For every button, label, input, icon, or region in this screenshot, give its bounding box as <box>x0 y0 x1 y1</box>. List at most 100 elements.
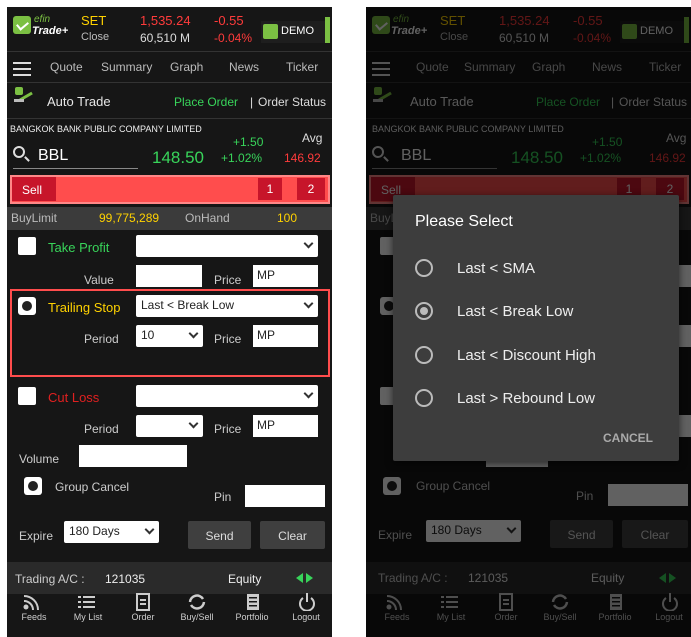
price-label: Price <box>214 422 242 436</box>
avg-price: 146.92 <box>284 151 321 165</box>
radio-selected-icon <box>415 302 433 320</box>
symbol-underline <box>13 168 138 169</box>
trading-account-label: Trading A/C : <box>15 572 85 586</box>
trailing-stop-toggle[interactable] <box>18 297 36 315</box>
value-label: Value <box>84 273 114 287</box>
price-change-pct: +1.02% <box>221 151 263 165</box>
take-profit-price-input[interactable]: MP <box>253 265 318 287</box>
sell-button[interactable]: Sell <box>12 177 56 201</box>
group-cancel-toggle[interactable] <box>24 477 42 495</box>
chevron-down-icon <box>303 388 314 399</box>
footer-buy-sell[interactable]: Buy/Sell <box>172 612 222 622</box>
pin-input[interactable] <box>245 485 325 507</box>
portfolio-icon[interactable] <box>243 593 265 611</box>
avg-label: Avg <box>302 131 323 145</box>
expire-select[interactable]: 180 Days <box>64 521 159 543</box>
symbol-input[interactable]: BBL <box>38 147 68 165</box>
chevron-down-icon <box>303 238 314 249</box>
order-screen-right: efin Trade+ SET Close 1,535.24 60,510 M … <box>366 7 691 637</box>
divider <box>7 118 332 119</box>
cut-loss-select[interactable] <box>136 385 318 407</box>
chevron-down-icon <box>144 524 155 535</box>
select-dialog: Please Select Last < SMA Last < Break Lo… <box>393 195 679 461</box>
last-price: 148.50 <box>152 148 204 167</box>
expire-value: 180 Days <box>69 524 120 538</box>
tab-graph[interactable]: Graph <box>170 60 203 74</box>
trailing-stop-label: Trailing Stop <box>48 300 121 315</box>
on-hand-label: OnHand <box>185 211 230 225</box>
divider <box>7 51 332 52</box>
market-status: Close <box>81 31 110 43</box>
option-last-sma[interactable]: Last < SMA <box>415 257 665 281</box>
tab-quote[interactable]: Quote <box>50 60 83 74</box>
clear-button[interactable]: Clear <box>260 521 325 549</box>
demo-icon <box>263 24 278 39</box>
option-last-rebound-low[interactable]: Last > Rebound Low <box>415 387 665 411</box>
footer-logout[interactable]: Logout <box>281 612 331 622</box>
market-name: SET <box>81 13 107 28</box>
tab-ticker[interactable]: Ticker <box>286 60 318 74</box>
link-separator: | <box>250 95 254 109</box>
index-change: -0.55 <box>214 13 244 28</box>
order-screen-left: efin Trade+ SET Close 1,535.24 60,510 M … <box>7 7 332 637</box>
footer-my-list[interactable]: My List <box>63 612 113 622</box>
buy-limit-value: 99,775,289 <box>99 211 160 225</box>
order-count-1[interactable]: 1 <box>258 178 282 200</box>
radio-icon <box>415 346 433 364</box>
dialog-title: Please Select <box>415 213 513 230</box>
option-last-break-low[interactable]: Last < Break Low <box>415 300 665 324</box>
order-document-icon[interactable] <box>133 593 155 611</box>
account-type: Equity <box>228 572 262 586</box>
status-indicator <box>325 17 330 43</box>
page-title: Auto Trade <box>47 94 111 109</box>
period-label: Period <box>84 332 119 346</box>
take-profit-value-input[interactable] <box>136 265 202 287</box>
cancel-button[interactable]: CANCEL <box>603 431 653 445</box>
hamburger-menu-icon[interactable] <box>13 62 31 76</box>
cut-loss-checkbox[interactable] <box>18 387 36 405</box>
rss-feed-icon[interactable] <box>22 593 44 611</box>
option-last-discount-high[interactable]: Last < Discount High <box>415 344 665 368</box>
side-bar <box>10 175 330 204</box>
tab-summary[interactable]: Summary <box>101 60 152 74</box>
buy-sell-swap-icon[interactable] <box>187 593 209 611</box>
power-icon[interactable] <box>297 593 319 612</box>
switch-account-icon[interactable] <box>296 573 316 583</box>
list-icon[interactable] <box>77 593 99 611</box>
tab-news[interactable]: News <box>229 60 259 74</box>
footer-order[interactable]: Order <box>118 612 168 622</box>
radio-icon <box>415 259 433 277</box>
period-label: Period <box>84 422 119 436</box>
footer-portfolio[interactable]: Portfolio <box>227 612 277 622</box>
radio-icon <box>415 389 433 407</box>
pin-label: Pin <box>214 490 232 504</box>
search-icon[interactable] <box>13 146 30 163</box>
trading-account-number: 121035 <box>105 572 146 586</box>
company-name: BANGKOK BANK PUBLIC COMPANY LIMITED <box>10 124 202 134</box>
trailing-stop-price-input[interactable]: MP <box>253 325 318 347</box>
trailing-stop-period-select[interactable]: 10 <box>136 325 203 347</box>
trailing-stop-select[interactable]: Last < Break Low <box>136 295 318 317</box>
robot-arm-icon <box>13 87 35 105</box>
index-value: 1,535.24 <box>140 13 191 28</box>
take-profit-checkbox[interactable] <box>18 237 36 255</box>
take-profit-label: Take Profit <box>48 240 110 255</box>
index-change-pct: -0.04% <box>214 31 253 45</box>
order-count-2[interactable]: 2 <box>297 178 325 200</box>
take-profit-select[interactable] <box>136 235 318 257</box>
cut-loss-price-input[interactable]: MP <box>253 415 318 437</box>
divider <box>7 82 332 83</box>
order-status-link[interactable]: Order Status <box>258 95 326 109</box>
cut-loss-period-select[interactable] <box>136 415 203 437</box>
market-volume: 60,510 M <box>140 31 191 45</box>
price-change: +1.50 <box>233 135 264 149</box>
on-hand-value: 100 <box>277 211 298 225</box>
place-order-link[interactable]: Place Order <box>174 95 238 109</box>
buy-limit-label: BuyLimit <box>11 211 58 225</box>
send-button[interactable]: Send <box>188 521 251 549</box>
group-cancel-label: Group Cancel <box>55 480 130 494</box>
volume-input[interactable] <box>79 445 187 467</box>
volume-label: Volume <box>19 452 60 466</box>
demo-badge[interactable]: DEMO <box>261 21 325 43</box>
footer-feeds[interactable]: Feeds <box>9 612 59 622</box>
